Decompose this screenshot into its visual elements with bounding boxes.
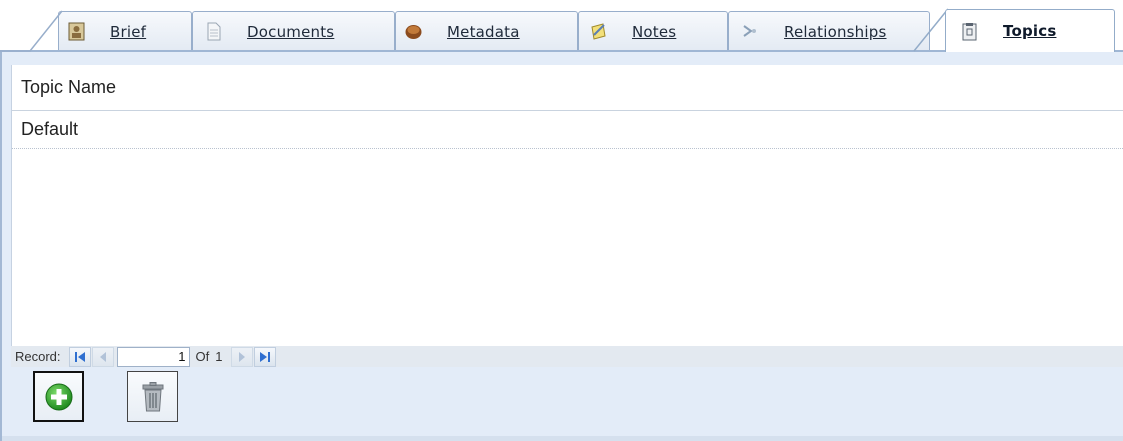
next-record-icon [238,351,245,362]
previous-record-button[interactable] [91,346,114,367]
table-row[interactable]: Default [12,111,1123,149]
column-header-topic-name[interactable]: Topic Name [12,65,1123,111]
last-record-button[interactable] [253,346,276,367]
tab-notes[interactable]: Notes [578,11,728,51]
panel-bottom-strip [2,436,1123,441]
tab-brief-label: Brief [110,22,147,41]
tab-relationships[interactable]: Relationships [728,11,930,51]
last-record-icon [259,351,270,362]
relationships-icon [741,22,760,41]
tab-strip-left-edge [0,10,63,52]
notes-icon [589,22,608,41]
tab-strip: Brief Documents Metadata Notes Relations… [0,0,1123,52]
tab-notes-label: Notes [632,22,677,41]
trash-icon [142,381,163,411]
tab-documents-label: Documents [247,22,335,41]
documents-icon [204,22,223,41]
record-navigator: Record: 1 Of 1 [11,346,1123,367]
add-topic-button[interactable] [33,371,84,422]
add-circle-icon [45,383,72,410]
current-record-input[interactable]: 1 [116,346,190,367]
record-label: Record: [15,349,61,364]
next-record-button[interactable] [230,346,253,367]
tab-metadata-label: Metadata [447,22,520,41]
metadata-icon [404,22,423,41]
tab-relationships-label: Relationships [784,22,887,41]
tab-topics-label: Topics [1003,22,1057,40]
tab-topics[interactable]: Topics [945,9,1115,52]
previous-record-icon [99,351,106,362]
tab-brief[interactable]: Brief [58,11,192,51]
topics-grid: Topic Name Default [11,65,1123,346]
tab-documents[interactable]: Documents [192,11,395,51]
first-record-button[interactable] [68,346,91,367]
record-of-label: Of [195,349,210,364]
record-total: 1 [215,349,223,364]
topics-panel: Topic Name Default Record: 1 Of 1 [0,52,1123,441]
first-record-icon [74,351,85,362]
topics-icon [960,22,979,41]
tab-metadata[interactable]: Metadata [395,11,578,51]
delete-topic-button[interactable] [127,371,178,422]
